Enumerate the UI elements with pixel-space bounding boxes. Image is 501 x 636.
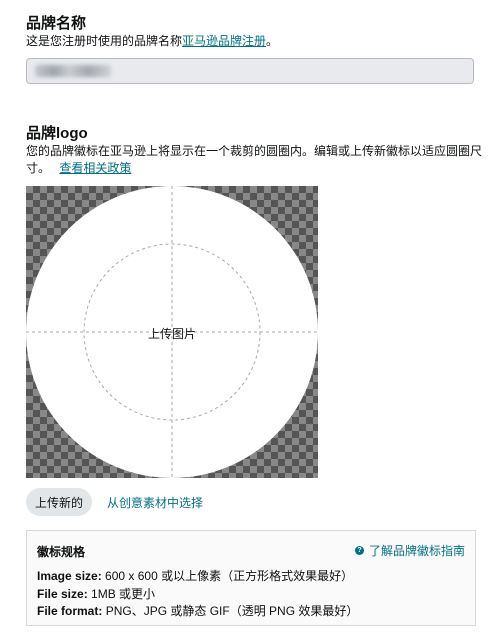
upload-image-label: 上传图片 — [147, 327, 196, 341]
brand-registry-link[interactable]: 亚马逊品牌注册 — [182, 34, 266, 48]
brand-logo-description-line1: 您的品牌徽标在亚马逊上将显示在一个裁剪的圆圈内。编辑或上传新徽标以适应圆圈尺 — [26, 144, 483, 158]
brand-name-field[interactable] — [26, 58, 474, 84]
logo-guide-link[interactable]: ? 了解品牌徽标指南 — [354, 542, 465, 559]
help-icon: ? — [354, 546, 364, 555]
spec-file-format-label: File format: — [37, 604, 103, 618]
spec-file-size-value: 1MB 或更小 — [91, 587, 156, 601]
brand-name-title: 品牌名称 — [26, 15, 87, 32]
logo-upload-area[interactable]: 上传图片 — [26, 186, 318, 478]
spec-file-format-value: PNG、JPG 或静态 GIF（透明 PNG 效果最好） — [105, 604, 359, 618]
upload-new-button[interactable]: 上传新的 — [26, 488, 92, 516]
spec-image-size-label: Image size: — [37, 569, 102, 583]
spec-file-format: File format: PNG、JPG 或静态 GIF（透明 PNG 效果最好… — [37, 602, 358, 619]
choose-from-creative-assets-link[interactable]: 从创意素材中选择 — [107, 494, 203, 511]
brand-logo-desc-end: 寸。 — [26, 161, 51, 175]
brand-logo-title: 品牌logo — [26, 125, 88, 142]
spec-image-size-value: 600 x 600 或以上像素（正方形格式效果最好） — [105, 569, 354, 583]
spec-image-size: Image size: 600 x 600 或以上像素（正方形格式效果最好） — [37, 567, 353, 584]
view-policy-link[interactable]: 查看相关政策 — [59, 161, 131, 175]
spec-title: 徽标规格 — [37, 545, 86, 559]
brand-logo-description-line2: 寸。 查看相关政策 — [26, 160, 131, 176]
spec-file-size: File size: 1MB 或更小 — [37, 585, 155, 602]
logo-guide-link-label: 了解品牌徽标指南 — [368, 544, 465, 558]
logo-spec-panel: 徽标规格 ? 了解品牌徽标指南 Image size: 600 x 600 或以… — [26, 530, 476, 626]
brand-name-desc-suffix: 。 — [266, 34, 279, 48]
brand-name-description: 这是您注册时使用的品牌名称亚马逊品牌注册。 — [26, 33, 278, 49]
blurred-brand-name — [35, 65, 111, 77]
brand-name-desc-prefix: 这是您注册时使用的品牌名称 — [26, 34, 183, 48]
spec-file-size-label: File size: — [37, 587, 88, 601]
